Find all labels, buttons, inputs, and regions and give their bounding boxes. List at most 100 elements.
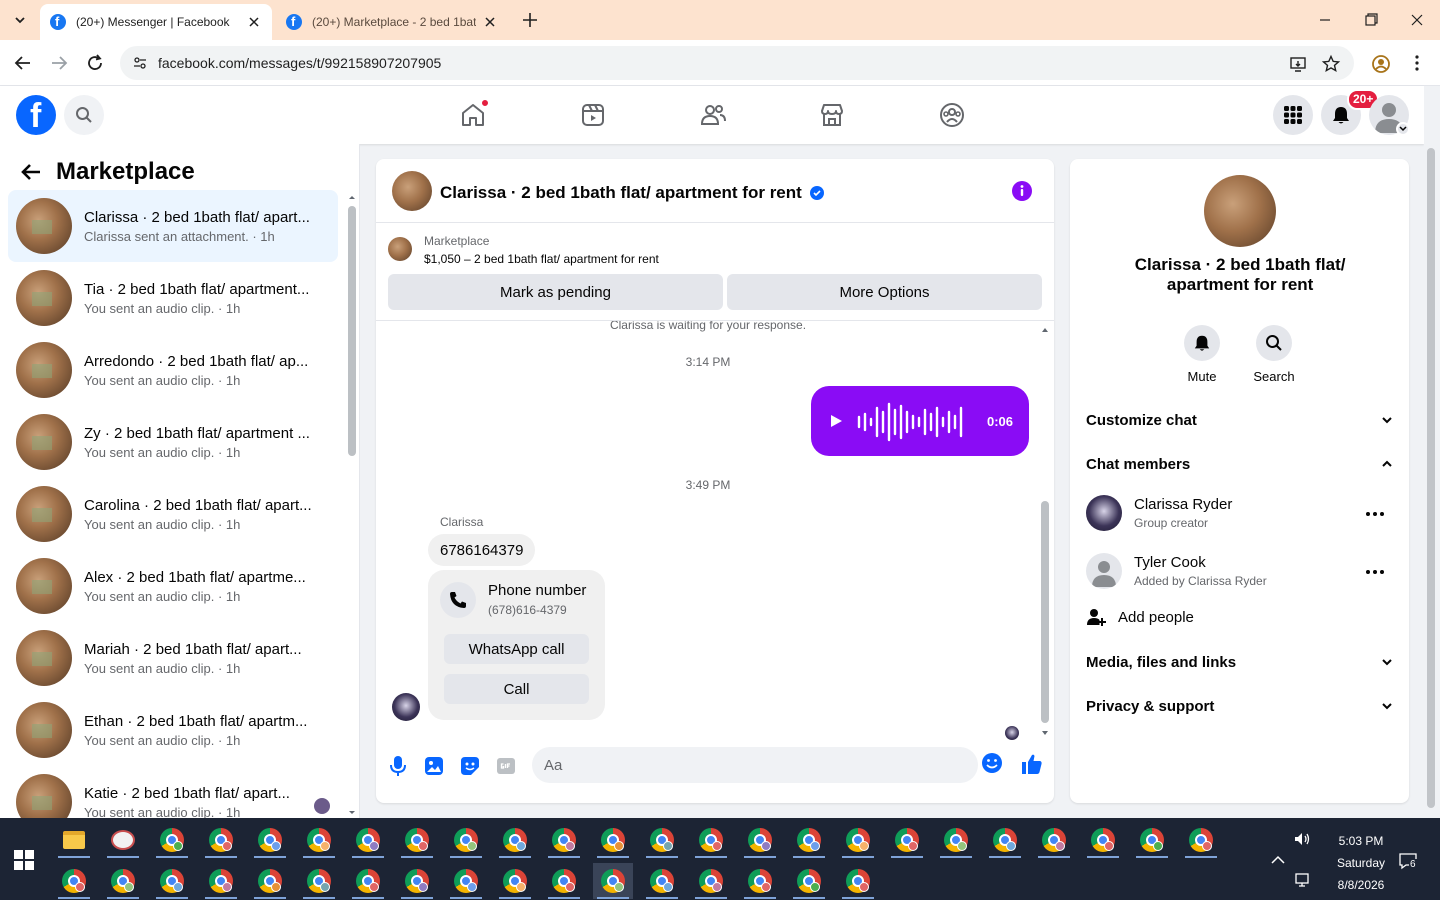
conversation-item[interactable]: Mariah · 2 bed 1bath flat/ apart... You s… [8,622,338,694]
chrome-taskbar-icon[interactable] [299,822,339,858]
profile-icon[interactable] [1369,52,1393,76]
chrome-taskbar-icon[interactable] [642,822,682,858]
clock[interactable]: 5:03 PM Saturday 8/8/2026 [1323,830,1399,896]
chrome-taskbar-icon[interactable] [54,863,94,899]
member-row[interactable]: Tyler Cook Added by Clarissa Ryder [1086,553,1393,601]
file-explorer-taskbar-icon[interactable] [54,822,94,858]
chrome-taskbar-icon[interactable] [397,822,437,858]
chrome-taskbar-icon[interactable] [985,822,1025,858]
thumbs-up-icon[interactable] [1020,752,1044,776]
chrome-taskbar-icon[interactable] [1083,822,1123,858]
audio-message[interactable]: 0:06 [811,386,1029,456]
chrome-taskbar-icon[interactable] [299,863,339,899]
windows-start-icon[interactable] [14,850,34,870]
chat-members-section[interactable]: Chat members [1086,446,1393,482]
paint-taskbar-icon[interactable] [103,822,143,858]
info-icon[interactable] [1012,181,1032,201]
forward-arrow-icon[interactable] [47,51,71,75]
mute-button[interactable] [1184,325,1220,361]
reload-icon[interactable] [83,51,107,75]
chrome-taskbar-icon[interactable] [495,863,535,899]
listing-thumbnail[interactable] [388,237,412,261]
friends-icon[interactable] [698,100,728,130]
member-avatar[interactable] [1086,495,1122,531]
chrome-taskbar-icon[interactable] [1132,822,1172,858]
window-close-icon[interactable] [1405,8,1429,32]
chrome-taskbar-icon[interactable] [887,822,927,858]
groups-icon[interactable] [937,100,967,130]
chrome-taskbar-icon[interactable] [348,822,388,858]
back-arrow-icon[interactable] [11,51,35,75]
chrome-taskbar-icon[interactable] [593,822,633,858]
chrome-taskbar-icon[interactable] [838,863,878,899]
menu-button[interactable] [1273,95,1313,135]
conversation-item[interactable]: Zy · 2 bed 1bath flat/ apartment ... You … [8,406,338,478]
install-app-icon[interactable] [1288,54,1308,74]
chrome-taskbar-icon[interactable] [593,863,633,899]
sidebar-scrollbar-thumb[interactable] [348,206,356,456]
profile-avatar[interactable] [1204,175,1276,247]
sticker-icon[interactable] [458,754,482,778]
whatsapp-call-button[interactable]: WhatsApp call [444,634,589,664]
chrome-taskbar-icon[interactable] [1181,822,1221,858]
close-icon[interactable] [482,14,498,30]
fb-search-button[interactable] [64,95,104,135]
chrome-taskbar-icon[interactable] [789,863,829,899]
chrome-taskbar-icon[interactable] [642,863,682,899]
chrome-taskbar-icon[interactable] [397,863,437,899]
site-settings-icon[interactable] [132,55,148,71]
more-horizontal-icon[interactable] [1364,561,1386,583]
tab-search-button[interactable] [8,8,32,32]
chrome-taskbar-icon[interactable] [446,863,486,899]
back-arrow-icon[interactable] [18,159,44,185]
chrome-taskbar-icon[interactable] [544,863,584,899]
play-icon[interactable] [828,413,844,429]
chrome-taskbar-icon[interactable] [691,863,731,899]
chrome-taskbar-icon[interactable] [250,822,290,858]
chrome-taskbar-icon[interactable] [201,863,241,899]
chrome-taskbar-icon[interactable] [789,822,829,858]
more-horizontal-icon[interactable] [1364,503,1386,525]
chat-avatar[interactable] [392,171,432,211]
chrome-taskbar-icon[interactable] [201,822,241,858]
mark-pending-button[interactable]: Mark as pending [388,274,723,310]
chrome-taskbar-icon[interactable] [838,822,878,858]
chrome-taskbar-icon[interactable] [152,822,192,858]
facebook-logo[interactable]: f [16,95,56,135]
media-files-section[interactable]: Media, files and links [1086,644,1393,680]
conversation-item[interactable]: Carolina · 2 bed 1bath flat/ apart... You… [8,478,338,550]
omnibox[interactable]: facebook.com/messages/t/992158907207905 [120,46,1354,80]
conversation-item[interactable]: Katie · 2 bed 1bath flat/ apart... You se… [8,766,338,818]
more-options-button[interactable]: More Options [727,274,1042,310]
conversation-item[interactable]: Clarissa · 2 bed 1bath flat/ apart... Cla… [8,190,338,262]
maximize-icon[interactable] [1359,8,1383,32]
tab-messenger[interactable]: (20+) Messenger | Facebook [40,4,272,40]
privacy-support-section[interactable]: Privacy & support [1086,688,1393,724]
video-icon[interactable] [578,100,608,130]
kebab-menu-icon[interactable] [1405,52,1429,76]
chrome-taskbar-icon[interactable] [740,822,780,858]
account-chevron[interactable] [1396,122,1410,136]
gif-icon[interactable] [494,754,518,778]
photo-icon[interactable] [422,754,446,778]
action-center-button[interactable]: 6 [1398,851,1418,871]
search-conversation-button[interactable] [1256,325,1292,361]
chat-title[interactable]: Clarissa · 2 bed 1bath flat/ apartment f… [440,183,824,203]
chrome-taskbar-icon[interactable] [544,822,584,858]
listing-price-title[interactable]: $1,050 – 2 bed 1bath flat/ apartment for… [424,252,659,266]
chrome-taskbar-icon[interactable] [691,822,731,858]
chat-scrollbar-thumb[interactable] [1041,501,1049,723]
volume-icon[interactable] [1293,830,1311,848]
message-bubble[interactable]: 6786164379 [428,534,536,566]
call-button[interactable]: Call [444,674,589,704]
chrome-taskbar-icon[interactable] [495,822,535,858]
microphone-icon[interactable] [386,754,410,778]
member-row[interactable]: Clarissa Ryder Group creator [1086,495,1393,543]
close-icon[interactable] [246,14,262,30]
chrome-taskbar-icon[interactable] [348,863,388,899]
marketplace-icon[interactable] [817,100,847,130]
page-scrollbar-thumb[interactable] [1427,148,1435,808]
chrome-taskbar-icon[interactable] [936,822,976,858]
conversation-item[interactable]: Alex · 2 bed 1bath flat/ apartme... You s… [8,550,338,622]
mute-action[interactable]: Mute [1172,325,1232,384]
